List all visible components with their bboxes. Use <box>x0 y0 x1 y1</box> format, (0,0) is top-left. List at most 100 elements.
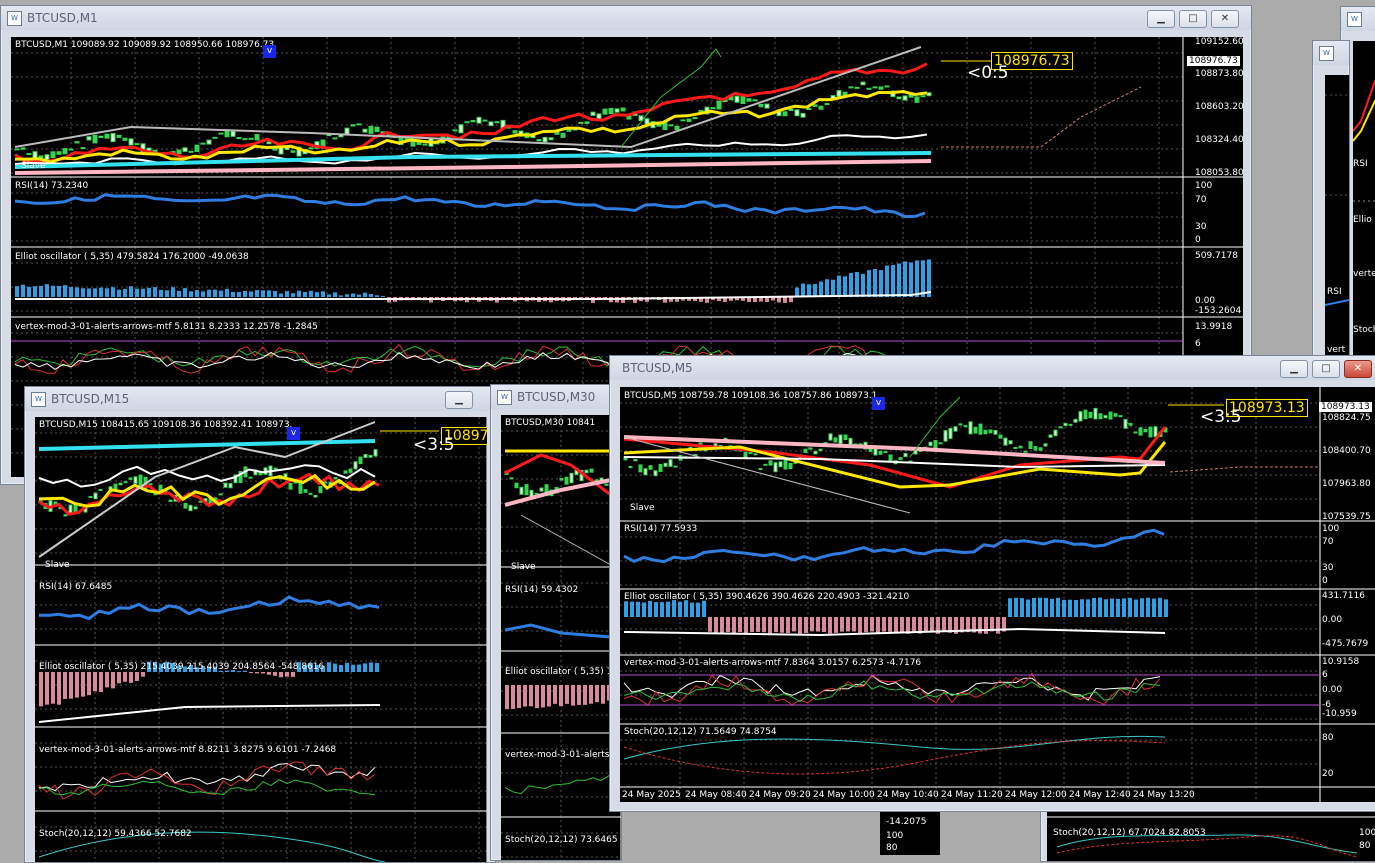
time-axis-6: 24 May 11:20 <box>941 790 1003 800</box>
maximize-button[interactable]: □ <box>1179 10 1207 28</box>
window-btcusd-m5: BTCUSD,M5 ▁ □ ✕ BTCUSD,M5 108759.78 1091… <box>609 355 1375 812</box>
slave-label: Slave <box>630 503 655 513</box>
chart-window-icon: W <box>497 390 512 405</box>
chart-window-icon: W <box>1347 12 1362 27</box>
vertex-scale-top: 13.9918 <box>1195 322 1233 332</box>
v-marker-icon[interactable]: v <box>872 397 885 410</box>
rsi-label: RSI(14) 67.6485 <box>39 582 113 592</box>
window-title: BTCUSD,M30 <box>517 390 596 404</box>
chart-window-icon: W <box>1319 46 1334 61</box>
price-scale-1: 108824.75 <box>1322 413 1371 423</box>
elliot-histogram <box>505 685 611 710</box>
projection-line <box>941 86 1142 148</box>
scale-value-1: -14.2075 <box>886 817 927 827</box>
price-scale-2: 108400.70 <box>1322 446 1371 456</box>
chart-window-icon: W <box>31 392 46 407</box>
stoch-label: Stoch(20,12,12) 59.4366 52.7682 <box>39 829 192 839</box>
price-scale-1: 109152.60 <box>1195 37 1243 47</box>
vertex-label: vertex-mod-3-01-alerts-arrows-mtf 8.8211… <box>39 745 337 755</box>
stoch-label: Stoch(20,12,12) 73.6465 59.4350 <box>505 835 621 845</box>
rsi-label: RSI(14) 77.5933 <box>624 524 698 534</box>
elliot-scale-zero: 0.00 <box>1322 615 1343 625</box>
vertex-scale-6: 6 <box>1195 339 1201 349</box>
vertex-label: vertex-mod-3-01-alerts-arrows-mtf 5.8131… <box>15 322 318 332</box>
rsi-scale-100: 100 <box>1322 524 1340 534</box>
ma-red-line <box>38 472 380 516</box>
rsi-line <box>39 595 380 621</box>
m30-plot <box>501 415 621 860</box>
window-titlebar[interactable]: BTCUSD,M5 ▁ □ ✕ <box>610 356 1375 380</box>
window-titlebar[interactable]: W <box>1313 41 1349 65</box>
rsi-scale-30: 30 <box>1195 222 1207 232</box>
close-button[interactable]: ✕ <box>1344 360 1372 378</box>
minimize-button[interactable]: ▁ <box>1147 10 1175 28</box>
rsi-fragment: RSI <box>1327 287 1342 297</box>
vertex-scale-top: 10.9158 <box>1322 657 1360 667</box>
elliot-scale-bottom: -475.7679 <box>1322 639 1369 649</box>
spread-label: <3:5 <box>1200 407 1242 427</box>
v-marker-icon[interactable]: v <box>263 45 276 58</box>
chart-area-m15: BTCUSD,M15 108415.65 109108.36 108392.41… <box>35 417 487 862</box>
rsi-scale-70: 70 <box>1195 195 1207 205</box>
time-axis-9: 24 May 13:20 <box>1133 790 1195 800</box>
price-scale-3: 107963.80 <box>1322 479 1371 489</box>
window-right-mid: W RSI vert <box>1312 40 1350 362</box>
rsi-scale-0: 0 <box>1322 576 1328 586</box>
rsi-line <box>14 193 926 219</box>
maximize-button[interactable]: □ <box>1312 360 1340 378</box>
vertex-fragment: vert <box>1327 345 1346 355</box>
elliot-label: Elliot oscillator ( 5,35) 390.4626 390.4… <box>624 592 910 602</box>
chart-header: BTCUSD,M5 108759.78 109108.36 108757.86 … <box>624 391 878 401</box>
price-scale-5: 108053.80 <box>1195 168 1243 178</box>
elliot-scale-top: 509.7178 <box>1195 251 1238 261</box>
elliot-label: Elliot oscillator ( 5,35) 13 <box>505 667 619 677</box>
chart-area-m30: BTCUSD,M30 10841 Slave RSI(14) 59.4302 E… <box>501 415 621 860</box>
right-mid-plot <box>1325 94 1349 306</box>
window-btcusd-m15: W BTCUSD,M15 ▁ BTCUSD,M15 108415.65 1091… <box>24 386 496 863</box>
window-title: BTCUSD,M1 <box>27 11 98 25</box>
chart-area: RSI vert <box>1325 75 1349 361</box>
window-titlebar[interactable]: W BTCUSD,M30 <box>491 385 621 409</box>
price-scale-4: 107539.75 <box>1322 512 1371 522</box>
rsi-label: RSI(14) 59.4302 <box>505 585 579 595</box>
scale-value-3: 80 <box>886 843 898 853</box>
time-axis-8: 24 May 12:40 <box>1069 790 1131 800</box>
elliot-scale-top: 431.7116 <box>1322 591 1365 601</box>
window-titlebar[interactable]: W BTCUSD,M15 ▁ <box>25 387 495 411</box>
stoch-scale-80: 80 <box>1359 841 1371 851</box>
window-titlebar[interactable]: W BTCUSD,M1 ▁ □ ✕ <box>1 6 1251 30</box>
elliot-scale-bottom: -153.2604 <box>1195 306 1242 316</box>
close-button[interactable]: ✕ <box>1211 10 1239 28</box>
minimize-button[interactable]: ▁ <box>1280 360 1308 378</box>
elliot-histogram <box>624 597 1168 634</box>
minimize-button[interactable]: ▁ <box>445 391 473 409</box>
vertex-scale-zero: 0.00 <box>1322 685 1343 695</box>
window-titlebar[interactable]: W <box>1341 7 1375 31</box>
scale-value-2: 100 <box>886 831 904 841</box>
m15-plot <box>35 417 487 862</box>
trend-line <box>520 514 612 566</box>
stoch-label: Stoch(20,12,12) 67.7024 82.8053 <box>1053 828 1206 838</box>
chart-header: BTCUSD,M1 109089.92 109089.92 108950.66 … <box>15 40 275 50</box>
time-axis-4: 24 May 10:00 <box>813 790 875 800</box>
window-btcusd-m30: W BTCUSD,M30 BTCUSD,M30 10841 Slave RSI(… <box>490 384 622 861</box>
stoch-label: Stoch(20,12,12) 71.5649 74.8754 <box>624 727 777 737</box>
chart-header: BTCUSD,M15 108415.65 109108.36 108392.41… <box>39 420 293 430</box>
stoch-scale-20: 20 <box>1322 769 1334 779</box>
v-marker-icon[interactable]: v <box>287 427 300 440</box>
slave-label: Slave <box>21 161 46 171</box>
elliot-label: Elliot oscillator ( 5,35) 479.5824 176.2… <box>15 252 249 262</box>
price-scale-2: 108873.80 <box>1195 69 1243 79</box>
rsi-scale-100: 100 <box>1195 181 1213 191</box>
chart-window-icon: W <box>7 11 22 26</box>
right-back-plot <box>1353 79 1375 202</box>
elliot-label: Elliot oscillator ( 5,35) 215.4039 215.4… <box>39 662 325 672</box>
vertex-green-line <box>504 775 610 795</box>
time-axis-1: 24 May 2025 <box>622 790 681 800</box>
rsi-scale-70: 70 <box>1322 537 1334 547</box>
time-axis-7: 24 May 12:00 <box>1005 790 1067 800</box>
trend-line <box>38 421 376 558</box>
slave-label: Slave <box>511 562 536 572</box>
rsi-scale-0: 0 <box>1195 235 1201 245</box>
stoch-scale-100: 100 <box>1359 828 1375 838</box>
